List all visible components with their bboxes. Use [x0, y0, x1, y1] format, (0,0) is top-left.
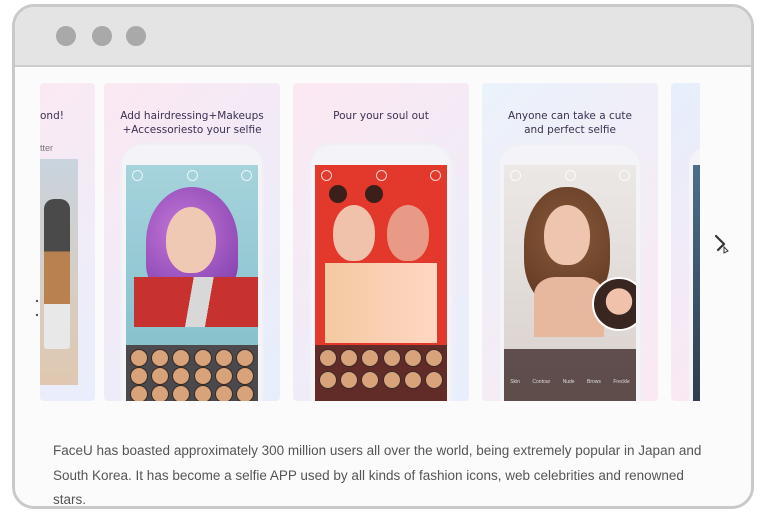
filter-toolbar: Skin Contour Nude Brows Freckle	[504, 349, 636, 401]
window-maximize-button[interactable]	[126, 26, 146, 46]
filter-label-nude[interactable]: Nude	[563, 379, 575, 385]
phone-mockup	[311, 145, 451, 401]
face	[166, 207, 216, 273]
card-caption: Anyone can take a cute and perfect selfi…	[508, 110, 632, 136]
carousel-card-4[interactable]: Anyone can take a cute and perfect selfi…	[482, 83, 658, 401]
phone-mockup: Skin Contour Nude Brows Freckle	[500, 145, 640, 401]
face-left	[333, 205, 375, 261]
camera-top-icons	[321, 167, 441, 183]
title-bar	[15, 7, 751, 67]
window-close-button[interactable]	[56, 26, 76, 46]
browser-window: ond! tter Add hairdressing+Makeups +Acce…	[12, 4, 754, 509]
hair-bun	[329, 185, 347, 203]
window-minimize-button[interactable]	[92, 26, 112, 46]
filter-label-skin[interactable]: Skin	[510, 379, 520, 385]
phone-mockup	[122, 145, 262, 401]
camera-top-icons	[132, 167, 252, 183]
filter-label-freckle[interactable]: Freckle	[613, 379, 629, 385]
phone-mockup	[689, 145, 700, 401]
phone-screen	[693, 165, 700, 401]
sticker-toolbar	[315, 345, 447, 401]
app-description: FaceU has boasted approximately 300 mill…	[53, 443, 702, 507]
phone-screen: Skin Contour Nude Brows Freckle	[504, 165, 636, 401]
carousel-prev-indicator[interactable]	[35, 299, 39, 319]
carousel-card-5[interactable]	[671, 83, 700, 401]
camera-top-icons	[510, 167, 630, 183]
red-outfit	[134, 277, 258, 327]
card-sub-caption: tter	[40, 143, 54, 153]
phone-screen	[126, 165, 258, 401]
hair-bun	[365, 185, 383, 203]
outfit	[325, 263, 437, 343]
phone-screen	[40, 159, 78, 385]
phone-screen	[315, 165, 447, 401]
face	[544, 205, 590, 265]
chevron-right-icon[interactable]	[712, 233, 734, 255]
carousel-card-2[interactable]: Add hairdressing+Makeups +Accessoriesto …	[104, 83, 280, 401]
carousel-card-3[interactable]: Pour your soul out	[293, 83, 469, 401]
card-caption: Pour your soul out	[333, 110, 429, 122]
screenshot-carousel[interactable]: ond! tter Add hairdressing+Makeups +Acce…	[40, 83, 700, 401]
page-content: ond! tter Add hairdressing+Makeups +Acce…	[15, 67, 751, 506]
face-right	[387, 205, 429, 261]
filter-label-contour[interactable]: Contour	[532, 379, 550, 385]
card-caption: ond!	[40, 110, 64, 122]
card-caption: Add hairdressing+Makeups +Accessoriesto …	[120, 110, 264, 136]
filter-label-brows[interactable]: Brows	[587, 379, 601, 385]
sticker-toolbar	[126, 345, 258, 401]
carousel-card-1[interactable]: ond! tter	[40, 83, 95, 401]
person-figure	[44, 199, 70, 349]
